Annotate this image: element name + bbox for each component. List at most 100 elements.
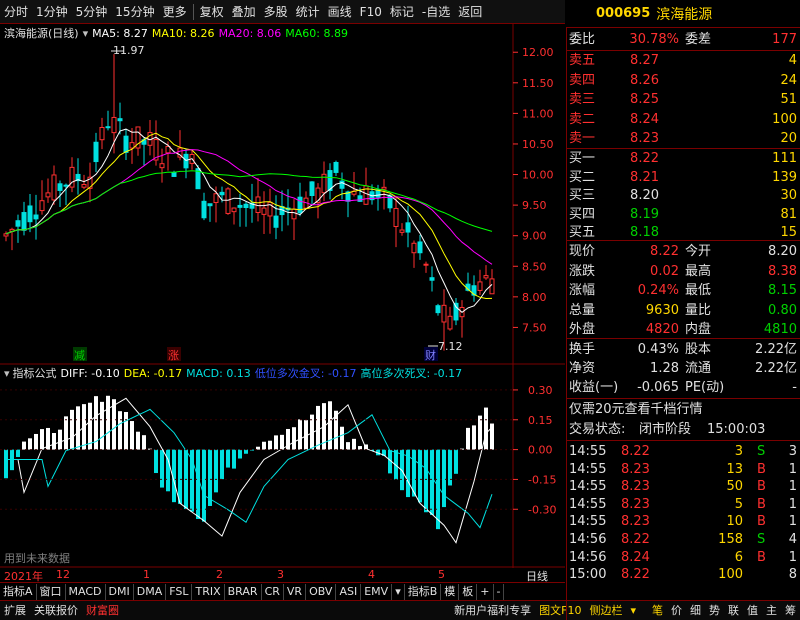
stat-label: 流通: [685, 361, 712, 376]
ma60-label: MA60: 8.89: [285, 26, 348, 40]
stat-value: 0.80: [768, 302, 797, 318]
dea-label: DEA: -0.17: [123, 366, 183, 380]
tab-vr[interactable]: VR: [284, 583, 307, 600]
stat-value: 8.15: [768, 283, 797, 298]
candle-body: [243, 203, 249, 209]
tab-cr[interactable]: CR: [262, 583, 284, 600]
weicha-value: 177: [772, 32, 797, 47]
low-cross-label: 低位多次金叉: -0.17: [254, 367, 357, 380]
tab-fenshi[interactable]: 分时: [0, 0, 32, 24]
divider: [567, 398, 800, 399]
new-user-promo[interactable]: 新用户福利专享: [450, 602, 535, 620]
tab-5min[interactable]: 5分钟: [72, 0, 112, 24]
ma20-label: MA20: 8.06: [218, 26, 282, 40]
macd-bar: [58, 429, 62, 450]
macd-bar: [244, 449, 248, 454]
weibi-value: 30.78%: [629, 32, 679, 47]
tab-asi[interactable]: ASI: [336, 583, 362, 600]
date-month-5: 5: [438, 568, 445, 581]
tab-15min[interactable]: 15分钟: [111, 0, 158, 24]
stats-button[interactable]: 统计: [292, 0, 324, 24]
promo-text[interactable]: 仅需20元查看千档行情: [569, 400, 703, 420]
stat-label: 总量: [569, 302, 596, 318]
high-cross-label: 高位多次死叉: -0.17: [360, 367, 463, 380]
remove-watchlist-button[interactable]: -自选: [418, 0, 454, 24]
tab-indicator-b[interactable]: 指标B: [405, 583, 442, 600]
tab-1min[interactable]: 1分钟: [32, 0, 72, 24]
candle-body: [429, 277, 435, 281]
sell-level-label: 卖三: [569, 92, 596, 107]
multi-stock-button[interactable]: 多股: [260, 0, 292, 24]
price-tick-label: 9.00: [522, 230, 547, 243]
collapse-icon[interactable]: ▾: [83, 27, 89, 40]
tab-emv[interactable]: EMV: [361, 583, 393, 600]
date-month-2: 2: [216, 568, 223, 581]
tab-obv[interactable]: OBV: [306, 583, 337, 600]
candle-body: [417, 241, 423, 254]
tab-fsl[interactable]: FSL: [166, 583, 193, 600]
back-button[interactable]: 返回: [454, 0, 486, 24]
candle-body: [309, 181, 315, 197]
candle-body: [201, 200, 207, 219]
kline-chart[interactable]: 12.00 11.50 11.00 10.50 10.00 9.50 9.00 8.50 8.0…: [0, 24, 565, 568]
ma10-label: MA10: 8.26: [151, 26, 215, 40]
more-menu[interactable]: 更多: [159, 0, 191, 24]
tab-dmi[interactable]: DMI: [106, 583, 134, 600]
buy-level-volume: 81: [780, 206, 797, 222]
sell-level-4: 卖四 8.26 24: [567, 71, 800, 91]
tab-dma[interactable]: DMA: [134, 583, 167, 600]
candle-body: [453, 302, 459, 321]
expand-button[interactable]: 扩展: [0, 602, 30, 620]
candle-body: [93, 141, 99, 163]
candle-body: [297, 196, 303, 214]
tab-trix[interactable]: TRIX: [192, 583, 225, 600]
tab-window[interactable]: 窗口: [37, 583, 66, 600]
macd-bar: [430, 449, 434, 515]
overlay-button[interactable]: 叠加: [228, 0, 260, 24]
macd-bar: [40, 429, 44, 450]
divider: [567, 338, 800, 339]
related-quote-button[interactable]: 关联报价: [30, 602, 82, 620]
candle-body: [3, 233, 9, 237]
tick-count: 8: [788, 567, 797, 583]
stat-value: 8.20: [768, 244, 797, 259]
tab-indicator-a[interactable]: 指标A: [0, 583, 37, 600]
draw-line-button[interactable]: 画线: [324, 0, 356, 24]
adjust-button[interactable]: 复权: [196, 0, 228, 24]
buy-level-label: 买二: [569, 169, 596, 185]
price-tick-label: 8.00: [522, 291, 547, 304]
buy-level-price: 8.21: [630, 169, 659, 185]
f10-button[interactable]: F10: [356, 0, 386, 24]
stat-label: 收益(一): [569, 380, 619, 395]
price-tick-label: 10.00: [522, 169, 554, 182]
macd-bar: [454, 449, 458, 474]
zoom-in-button[interactable]: +: [477, 583, 494, 600]
candle-body: [291, 208, 297, 220]
promo-row[interactable]: 仅需20元查看千档行情: [567, 400, 800, 420]
stat-label: 内盘: [685, 322, 712, 337]
stat-value: 2.22亿: [755, 342, 797, 357]
tab-brar[interactable]: BRAR: [225, 583, 262, 600]
tab-macd[interactable]: MACD: [66, 583, 106, 600]
collapse-icon[interactable]: ▾: [4, 367, 10, 380]
macd-bar: [166, 449, 170, 492]
candle-body: [129, 142, 135, 149]
future-data-note: 用到未来数据: [4, 551, 70, 565]
stat-value: 8.38: [768, 263, 797, 279]
wealth-circle-button[interactable]: 财富圈: [82, 602, 123, 620]
stat-value: 2.22亿: [755, 361, 797, 376]
stat-row: 现价 8.22 今开 8.20: [567, 242, 800, 262]
tab-template[interactable]: 模: [441, 583, 460, 600]
tab-board[interactable]: 板: [459, 583, 478, 600]
stat-row: 总量 9630 量比 0.80: [567, 301, 800, 321]
macd-bar: [154, 449, 158, 474]
price-tick-label: 10.50: [522, 138, 554, 151]
mark-button[interactable]: 标记: [386, 0, 418, 24]
indicator-title[interactable]: 指标公式: [13, 365, 57, 381]
sell-level-price: 8.23: [630, 131, 659, 146]
indicator-tick-label: -0.15: [528, 473, 556, 486]
stat-value: 0.24%: [637, 283, 679, 298]
zoom-out-button[interactable]: -: [494, 583, 505, 600]
scroll-down-icon[interactable]: ▾: [392, 583, 405, 600]
event-marker-cai-label: 财: [425, 348, 436, 362]
